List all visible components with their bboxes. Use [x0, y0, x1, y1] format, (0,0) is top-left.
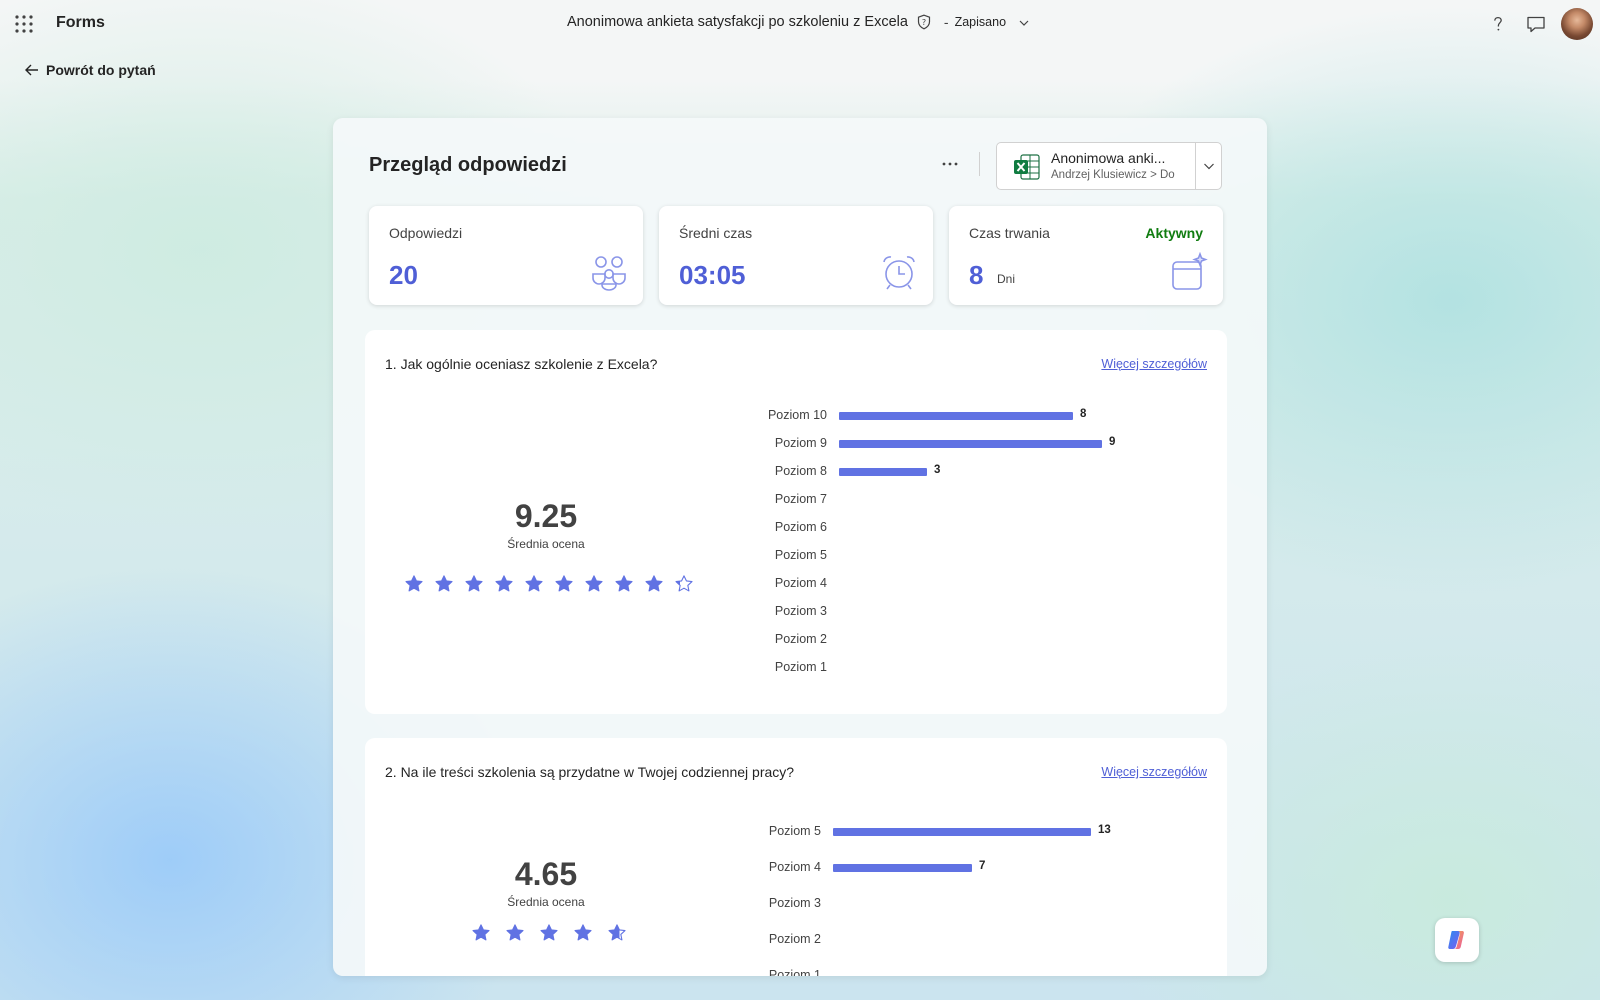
average-time-stat-card: Średni czas 03:05	[659, 206, 933, 305]
back-link-label: Powrót do pytań	[46, 62, 156, 78]
duration-stat-card: Czas trwania Aktywny 8 Dni	[949, 206, 1223, 305]
app-name[interactable]: Forms	[56, 14, 105, 32]
bar-value-label: 13	[1098, 824, 1111, 836]
star-icon	[573, 923, 593, 943]
more-options-button[interactable]	[933, 150, 967, 178]
avatar[interactable]	[1561, 8, 1593, 40]
apps-grid-icon[interactable]	[15, 15, 33, 33]
document-title[interactable]: Anonimowa ankieta satysfakcji po szkolen…	[567, 14, 908, 30]
bar-category-label: Poziom 4	[768, 860, 821, 874]
star-rating	[404, 574, 694, 594]
star-icon	[644, 574, 664, 594]
excel-file-path: Andrzej Klusiewicz > Do	[1051, 169, 1175, 181]
star-icon	[404, 574, 424, 594]
star-icon	[464, 574, 484, 594]
average-rating: 9.25 Średnia ocena	[385, 498, 707, 551]
question-title: 2. Na ile treści szkolenia są przydatne …	[385, 764, 795, 780]
stat-value: 03:05	[679, 260, 746, 290]
bar	[839, 468, 927, 476]
excel-file-name: Anonimowa anki...	[1051, 150, 1166, 166]
bar-category-label: Poziom 8	[774, 464, 827, 478]
star-rating	[471, 923, 627, 943]
back-to-questions-link[interactable]: Powrót do pytań	[24, 62, 156, 78]
question-summary-card: 2. Na ile treści szkolenia są przydatne …	[365, 738, 1227, 976]
divider	[979, 152, 980, 176]
svg-text:?: ?	[922, 18, 926, 27]
excel-options-dropdown[interactable]	[1195, 143, 1221, 189]
comment-icon[interactable]	[1524, 12, 1548, 36]
star-icon	[674, 574, 694, 594]
more-details-link[interactable]: Więcej szczegółów	[1101, 357, 1207, 371]
copilot-button[interactable]	[1435, 918, 1479, 962]
stat-unit: Dni	[997, 272, 1016, 286]
star-icon	[539, 923, 559, 943]
question-summary-card: 1. Jak ogólnie oceniasz szkolenie z Exce…	[365, 330, 1227, 714]
star-icon	[505, 923, 525, 943]
ellipsis-icon	[942, 162, 958, 166]
responses-overview-panel: Przegląd odpowiedzi Anonimowa anki... An…	[333, 118, 1267, 976]
bar-category-label: Poziom 7	[774, 492, 827, 506]
bar-category-label: Poziom 1	[768, 968, 821, 976]
open-in-excel-button[interactable]: Anonimowa anki... Andrzej Klusiewicz > D…	[997, 143, 1195, 189]
question-title: 1. Jak ogólnie oceniasz szkolenie z Exce…	[385, 356, 658, 372]
average-label: Średnia ocena	[507, 537, 585, 551]
star-icon	[554, 574, 574, 594]
star-icon	[524, 574, 544, 594]
star-icon	[434, 574, 454, 594]
bar	[833, 864, 972, 872]
top-bar: Forms Anonimowa ankieta satysfakcji po s…	[0, 0, 1600, 48]
average-value: 9.25	[514, 498, 578, 534]
stat-value: 8	[969, 260, 984, 290]
copilot-icon	[1448, 931, 1464, 949]
alarm-clock-icon	[879, 252, 919, 292]
bar-value-label: 8	[1080, 408, 1087, 420]
chevron-down-icon	[1203, 163, 1214, 170]
bar-category-label: Poziom 10	[767, 408, 827, 422]
help-icon[interactable]	[1486, 12, 1510, 36]
star-icon	[494, 574, 514, 594]
bar-category-label: Poziom 3	[768, 896, 821, 910]
chevron-down-icon[interactable]	[1018, 16, 1030, 28]
bar	[839, 412, 1073, 420]
bar-value-label: 9	[1109, 436, 1116, 448]
star-icon	[614, 574, 634, 594]
bar-category-label: Poziom 5	[768, 824, 821, 838]
bar-category-label: Poziom 9	[774, 436, 827, 450]
star-icon	[584, 574, 604, 594]
stat-label: Odpowiedzi	[389, 225, 463, 241]
bar-category-label: Poziom 5	[774, 548, 827, 562]
bar	[833, 828, 1091, 836]
stat-label: Czas trwania	[969, 225, 1050, 241]
save-status: Zapisano	[954, 15, 1007, 29]
excel-workbook-selector: Anonimowa anki... Andrzej Klusiewicz > D…	[996, 142, 1222, 190]
arrow-left-icon	[25, 64, 38, 76]
bar	[839, 440, 1102, 448]
star-icon	[607, 923, 627, 943]
bar-category-label: Poziom 2	[774, 632, 827, 646]
average-rating: 4.65 Średnia ocena	[385, 856, 707, 909]
people-icon	[589, 252, 629, 292]
excel-icon	[1013, 153, 1041, 181]
panel-title: Przegląd odpowiedzi	[369, 154, 567, 176]
bar-category-label: Poziom 2	[768, 932, 821, 946]
average-label: Średnia ocena	[507, 895, 585, 909]
more-details-link[interactable]: Więcej szczegółów	[1101, 765, 1207, 779]
bar-category-label: Poziom 6	[774, 520, 827, 534]
bar-category-label: Poziom 1	[774, 660, 827, 674]
bar-value-label: 7	[979, 860, 986, 872]
bar-category-label: Poziom 3	[774, 604, 827, 618]
stat-label: Średni czas	[679, 225, 753, 241]
calendar-sparkle-icon	[1169, 251, 1209, 292]
bar-category-label: Poziom 4	[774, 576, 827, 590]
stat-value: 20	[389, 260, 418, 290]
title-separator: -	[943, 14, 949, 30]
status-badge: Aktywny	[1145, 225, 1203, 241]
responses-stat-card: Odpowiedzi 20	[369, 206, 643, 305]
average-value: 4.65	[514, 856, 578, 892]
bar-value-label: 3	[934, 464, 941, 476]
shield-icon[interactable]: ?	[916, 14, 932, 30]
document-title-area: Anonimowa ankieta satysfakcji po szkolen…	[567, 14, 1030, 30]
star-icon	[471, 923, 491, 943]
